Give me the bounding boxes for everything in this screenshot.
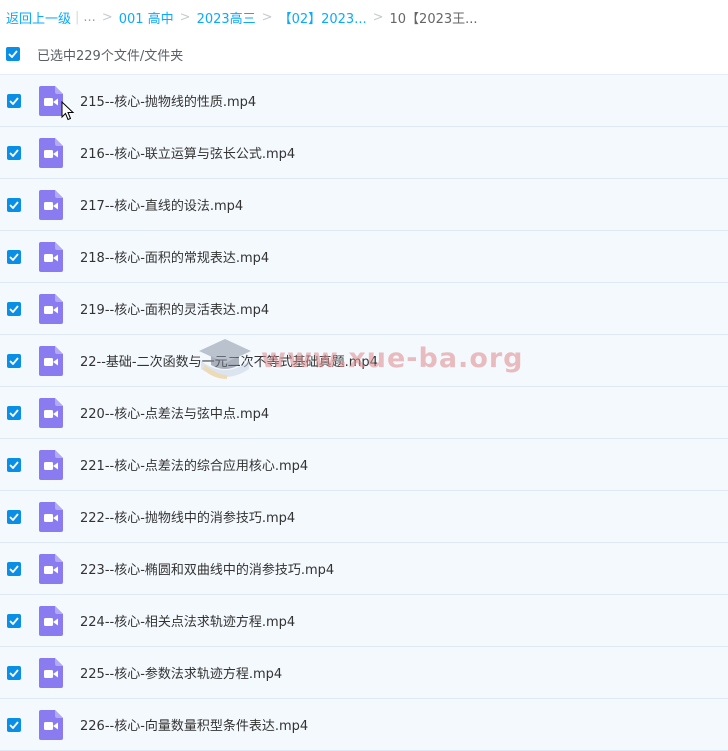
file-row[interactable]: 22--基础-二次函数与一元二次不等式基础真题.mp4 (0, 335, 728, 387)
checkbox-checked-icon (9, 616, 19, 625)
breadcrumb-ellipsis[interactable]: ... (83, 10, 95, 25)
checkbox-checked-icon (9, 200, 19, 209)
video-file-icon (39, 501, 63, 532)
file-name[interactable]: 217--核心-直线的设法.mp4 (80, 195, 243, 214)
file-name[interactable]: 221--核心-点差法的综合应用核心.mp4 (80, 455, 308, 474)
file-row[interactable]: 218--核心-面积的常规表达.mp4 (0, 231, 728, 283)
checkbox-checked-icon (9, 148, 19, 157)
breadcrumb-item-2023-senior3[interactable]: 2023高三 (197, 8, 256, 27)
video-file-icon (39, 241, 63, 272)
file-row[interactable]: 224--核心-相关点法求轨迹方程.mp4 (0, 595, 728, 647)
row-checkbox[interactable] (7, 509, 21, 524)
video-file-icon (39, 657, 63, 688)
row-checkbox[interactable] (7, 717, 21, 732)
file-row[interactable]: 219--核心-面积的灵活表达.mp4 (0, 283, 728, 335)
checkbox-checked-icon (8, 50, 18, 58)
back-link[interactable]: 返回上一级 (6, 8, 71, 27)
video-file-icon (39, 709, 63, 740)
file-row[interactable]: 217--核心-直线的设法.mp4 (0, 179, 728, 231)
select-all-checkbox[interactable] (6, 47, 20, 61)
video-file-icon (39, 189, 63, 220)
file-name[interactable]: 223--核心-椭圆和双曲线中的消参技巧.mp4 (80, 559, 334, 578)
video-file-icon (39, 605, 63, 636)
checkbox-checked-icon (9, 460, 19, 469)
row-checkbox[interactable] (7, 197, 21, 212)
chevron-right-icon: > (261, 9, 273, 25)
file-row[interactable]: 226--核心-向量数量积型条件表达.mp4 (0, 699, 728, 751)
video-file-icon (39, 345, 63, 376)
file-name[interactable]: 225--核心-参数法求轨迹方程.mp4 (80, 663, 282, 682)
selection-count: 已选中229个文件/文件夹 (37, 48, 184, 64)
file-name[interactable]: 22--基础-二次函数与一元二次不等式基础真题.mp4 (80, 351, 378, 370)
checkbox-checked-icon (9, 356, 19, 365)
checkbox-checked-icon (9, 512, 19, 521)
row-checkbox[interactable] (7, 665, 21, 680)
row-checkbox[interactable] (7, 613, 21, 628)
file-name[interactable]: 224--核心-相关点法求轨迹方程.mp4 (80, 611, 295, 630)
row-checkbox[interactable] (7, 145, 21, 160)
row-checkbox[interactable] (7, 457, 21, 472)
row-checkbox[interactable] (7, 93, 21, 108)
file-name[interactable]: 215--核心-抛物线的性质.mp4 (80, 91, 256, 110)
checkbox-checked-icon (9, 96, 19, 105)
chevron-right-icon: > (101, 9, 113, 25)
row-checkbox[interactable] (7, 301, 21, 316)
file-name[interactable]: 218--核心-面积的常规表达.mp4 (80, 247, 269, 266)
row-checkbox[interactable] (7, 249, 21, 264)
video-file-icon (39, 553, 63, 584)
checkbox-checked-icon (9, 720, 19, 729)
video-file-icon (39, 293, 63, 324)
video-file-icon (39, 137, 63, 168)
row-checkbox[interactable] (7, 405, 21, 420)
breadcrumb-item-02-2023[interactable]: 【02】2023... (279, 8, 367, 27)
file-name[interactable]: 226--核心-向量数量积型条件表达.mp4 (80, 715, 308, 734)
breadcrumb-current: 10【2023王... (389, 11, 478, 27)
breadcrumb-divider: | (75, 9, 80, 25)
file-name[interactable]: 216--核心-联立运算与弦长公式.mp4 (80, 143, 295, 162)
checkbox-checked-icon (9, 304, 19, 313)
file-row[interactable]: 223--核心-椭圆和双曲线中的消参技巧.mp4 (0, 543, 728, 595)
checkbox-checked-icon (9, 564, 19, 573)
breadcrumb: 返回上一级 | ... > 001 高中 > 2023高三 > 【02】2023… (0, 0, 728, 34)
file-row[interactable]: 225--核心-参数法求轨迹方程.mp4 (0, 647, 728, 699)
video-file-icon (39, 449, 63, 480)
video-file-icon (39, 397, 63, 428)
chevron-right-icon: > (179, 9, 191, 25)
row-checkbox[interactable] (7, 561, 21, 576)
file-name[interactable]: 222--核心-抛物线中的消参技巧.mp4 (80, 507, 295, 526)
file-list: 215--核心-抛物线的性质.mp4 216--核心-联立运算与弦长公式.mp4 2… (0, 75, 728, 751)
breadcrumb-item-001[interactable]: 001 高中 (119, 8, 174, 27)
file-row[interactable]: 215--核心-抛物线的性质.mp4 (0, 75, 728, 127)
file-name[interactable]: 220--核心-点差法与弦中点.mp4 (80, 403, 269, 422)
file-row[interactable]: 216--核心-联立运算与弦长公式.mp4 (0, 127, 728, 179)
checkbox-checked-icon (9, 408, 19, 417)
chevron-right-icon: > (372, 9, 384, 25)
file-row[interactable]: 222--核心-抛物线中的消参技巧.mp4 (0, 491, 728, 543)
selection-bar: 已选中229个文件/文件夹 (0, 34, 728, 75)
row-checkbox[interactable] (7, 353, 21, 368)
file-name[interactable]: 219--核心-面积的灵活表达.mp4 (80, 299, 269, 318)
file-row[interactable]: 220--核心-点差法与弦中点.mp4 (0, 387, 728, 439)
checkbox-checked-icon (9, 668, 19, 677)
checkbox-checked-icon (9, 252, 19, 261)
video-file-icon (39, 85, 63, 116)
file-row[interactable]: 221--核心-点差法的综合应用核心.mp4 (0, 439, 728, 491)
